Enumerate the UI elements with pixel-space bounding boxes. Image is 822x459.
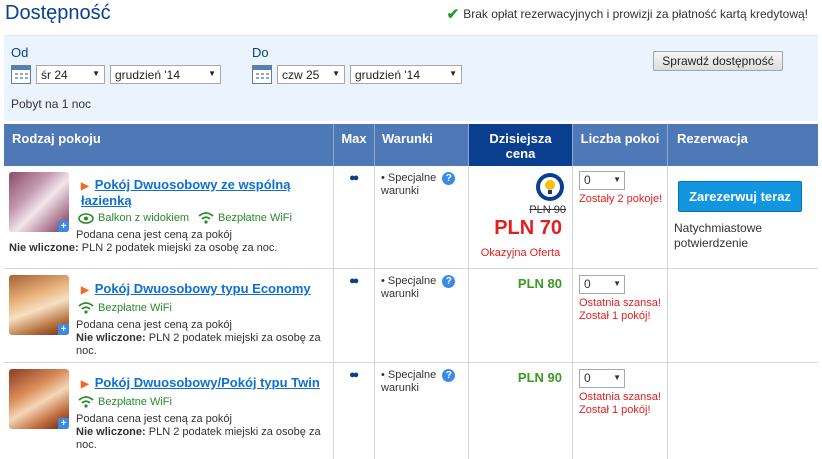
feature-wifi: Bezpłatne WiFi — [78, 302, 172, 314]
no-fees-text: Brak opłat rezerwacyjnych i prowizji za … — [463, 7, 808, 21]
col-conditions: Warunki — [375, 124, 469, 166]
col-room-type: Rodzaj pokoju — [4, 124, 334, 166]
two-persons-icon: ●● — [349, 275, 359, 287]
rooms-left-warning: Zostały 2 pokoje! — [579, 193, 663, 205]
special-conditions[interactable]: • Specjalne? warunki — [381, 275, 456, 301]
col-room-count: Liczba pokoi — [573, 124, 668, 166]
calendar-icon[interactable] — [252, 65, 272, 84]
page-title: Dostępność — [5, 2, 111, 24]
price-note: Podana cena jest ceną za pokój — [76, 229, 232, 241]
date-search-panel: Od śr 24 grudzień '14 Do czw 25 grudzień… — [4, 35, 818, 121]
check-availability-button[interactable]: Sprawdź dostępność — [653, 51, 783, 71]
no-fees-notice: ✔ Brak opłat rezerwacyjnych i prowizji z… — [447, 5, 808, 23]
wifi-icon — [78, 396, 94, 408]
table-row: + ▶ Pokój Dwuosobowy ze wspólną łazienką B… — [4, 166, 818, 269]
two-persons-icon: ●● — [349, 369, 359, 381]
from-month-select[interactable]: grudzień '14 — [110, 65, 221, 84]
wifi-icon — [198, 212, 214, 224]
two-persons-icon: ●● — [349, 172, 359, 184]
last-chance-warning: Ostatnia szansa! Został 1 pokój! — [579, 297, 661, 322]
table-row: + ▶ Pokój Dwuosobowy typu Economy Bezpłat… — [4, 269, 818, 363]
room-quantity-select[interactable]: 0 — [579, 171, 625, 190]
room-name-link[interactable]: ▶ Pokój Dwuosobowy typu Economy — [81, 282, 311, 298]
to-day-select[interactable]: czw 25 — [277, 65, 345, 84]
wifi-icon — [78, 302, 94, 314]
room-name-link[interactable]: ▶ Pokój Dwuosobowy ze wspólną łazienką — [81, 178, 290, 208]
col-today-line1: Dzisiejsza — [489, 131, 552, 146]
to-label: Do — [252, 45, 269, 60]
col-today-price: Dzisiejsza cena — [469, 124, 573, 166]
deal-label: Okazyjna Oferta — [480, 247, 561, 259]
checkmark-icon: ✔ — [446, 6, 460, 23]
feature-wifi: Bezpłatne WiFi — [78, 396, 172, 408]
help-icon[interactable]: ? — [442, 369, 456, 382]
special-conditions[interactable]: • Specjalne? warunki — [381, 369, 456, 395]
deal-bulb-icon — [536, 173, 564, 201]
room-photo[interactable]: + — [9, 172, 69, 232]
instant-confirmation: Natychmiastowe potwierdzenie — [674, 221, 763, 250]
from-label: Od — [11, 45, 29, 60]
col-reservation: Rezerwacja — [677, 131, 748, 146]
room-photo[interactable]: + — [9, 275, 69, 335]
arrow-right-icon: ▶ — [81, 285, 89, 296]
arrow-right-icon: ▶ — [81, 379, 89, 390]
feature-balcony: Balkon z widokiem — [78, 212, 189, 224]
current-price: PLN 70 — [494, 217, 562, 239]
table-header: Rodzaj pokoju Max Warunki Dzisiejsza cen… — [4, 124, 818, 166]
table-row: + ▶ Pokój Dwuosobowy/Pokój typu Twin Bezp… — [4, 363, 818, 459]
old-price: PLN 90 — [529, 204, 566, 216]
special-conditions[interactable]: • Specjalne? warunki — [381, 172, 456, 198]
plus-icon[interactable]: + — [58, 324, 69, 335]
feature-wifi: Bezpłatne WiFi — [198, 212, 292, 224]
arrow-right-icon: ▶ — [81, 181, 89, 192]
room-photo[interactable]: + — [9, 369, 69, 429]
not-included: Nie wliczone: PLN 2 podatek miejski za o… — [76, 332, 321, 357]
calendar-icon[interactable] — [11, 65, 31, 84]
book-now-button[interactable]: Zarezerwuj teraz — [678, 181, 802, 212]
plus-icon[interactable]: + — [58, 418, 69, 429]
stay-length: Pobyt na 1 noc — [11, 97, 92, 111]
room-name-link[interactable]: ▶ Pokój Dwuosobowy/Pokój typu Twin — [81, 376, 320, 392]
price-note: Podana cena jest ceną za pokój — [76, 413, 232, 425]
to-month-select[interactable]: grudzień '14 — [350, 65, 462, 84]
not-included: Nie wliczone: PLN 2 podatek miejski za o… — [9, 242, 278, 254]
help-icon[interactable]: ? — [442, 275, 456, 288]
last-chance-warning: Ostatnia szansa! Został 1 pokój! — [579, 391, 661, 416]
current-price: PLN 90 — [517, 370, 562, 385]
from-day-select[interactable]: śr 24 — [36, 65, 105, 84]
plus-icon[interactable]: + — [58, 221, 69, 232]
room-quantity-select[interactable]: 0 — [579, 275, 625, 294]
current-price: PLN 80 — [517, 276, 562, 291]
col-today-line2: cena — [505, 146, 536, 161]
eye-icon — [78, 212, 94, 224]
room-quantity-select[interactable]: 0 — [579, 369, 625, 388]
not-included: Nie wliczone: PLN 2 podatek miejski za o… — [76, 426, 321, 451]
col-max: Max — [334, 124, 375, 166]
price-note: Podana cena jest ceną za pokój — [76, 319, 232, 331]
help-icon[interactable]: ? — [442, 172, 456, 185]
